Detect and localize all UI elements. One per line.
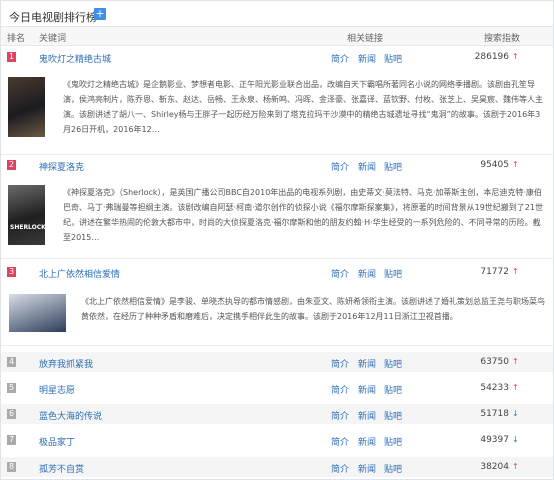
trend-up-icon: ↑ [512, 357, 519, 366]
search-index: 38204 [480, 462, 509, 472]
trend-down-icon: ↓ [512, 409, 519, 418]
keyword-link[interactable]: 明星志愿 [39, 383, 75, 396]
intro-link[interactable]: 简介 [331, 357, 349, 370]
rank-badge: 8 [7, 462, 16, 472]
poster-image[interactable] [8, 77, 45, 137]
rank-badge: 6 [7, 409, 16, 419]
keyword-link[interactable]: 孤芳不自赏 [39, 462, 84, 475]
description: 《神探夏洛克》（Sherlock），是英国广播公司BBC自2010年出品的电视系… [63, 188, 543, 242]
keyword-link[interactable]: 鬼吹灯之精绝古城 [39, 52, 111, 65]
trend-down-icon: ↓ [512, 435, 519, 444]
news-link[interactable]: 新闻 [358, 160, 376, 173]
row-detail: 《北上广依然相信爱情》是李骏、单晓杰执导的都市情感剧，由朱亚文、陈妍希领衔主演。… [1, 282, 553, 346]
tieba-link[interactable]: 贴吧 [384, 267, 402, 280]
column-header: 排名 关键词 相关链接 搜索指数 [1, 27, 553, 46]
search-index: 51718 [480, 409, 509, 419]
tieba-link[interactable]: 贴吧 [384, 383, 402, 396]
intro-link[interactable]: 简介 [331, 383, 349, 396]
intro-link[interactable]: 简介 [331, 462, 349, 475]
row-detail: SHERLOCK 《神探夏洛克》（Sherlock），是英国广播公司BBC自20… [1, 175, 553, 259]
intro-link[interactable]: 简介 [331, 435, 349, 448]
tv-ranking-panel: 今日电视剧排行榜 + 排名 关键词 相关链接 搜索指数 1 鬼吹灯之精绝古城 简… [0, 0, 554, 480]
keyword-link[interactable]: 放弃我抓紧我 [39, 357, 93, 370]
news-link[interactable]: 新闻 [358, 267, 376, 280]
panel-header: 今日电视剧排行榜 + [1, 1, 553, 27]
table-row: 2 神探夏洛克 简介 新闻 贴吧 95405 ↑ [1, 155, 553, 175]
col-index: 搜索指数 [484, 34, 521, 44]
search-index: 95405 [480, 160, 509, 170]
panel-title: 今日电视剧排行榜 [9, 11, 97, 24]
col-links: 相关链接 [347, 34, 384, 44]
rank-badge: 1 [7, 52, 16, 62]
news-link[interactable]: 新闻 [358, 462, 376, 475]
search-index: 71772 [480, 267, 509, 277]
news-link[interactable]: 新闻 [358, 409, 376, 422]
rank-badge: 7 [7, 435, 16, 445]
intro-link[interactable]: 简介 [331, 267, 349, 280]
tieba-link[interactable]: 贴吧 [384, 160, 402, 173]
table-row: 4 放弃我抓紧我 简介 新闻 贴吧 63750 ↑ [1, 352, 553, 372]
news-link[interactable]: 新闻 [358, 383, 376, 396]
table-row: 8 孤芳不自赏 简介 新闻 贴吧 38204 ↑ [1, 457, 553, 477]
trend-up-icon: ↑ [512, 267, 519, 276]
row-detail: 《鬼吹灯之精绝古城》是企鹅影业、梦想者电影、正午阳光影业联合出品，改编自天下霸唱… [1, 67, 553, 155]
search-index: 286196 [474, 52, 509, 62]
table-row: 1 鬼吹灯之精绝古城 简介 新闻 贴吧 286196 ↑ [1, 47, 553, 67]
intro-link[interactable]: 简介 [331, 409, 349, 422]
table-row: 5 明星志愿 简介 新闻 贴吧 54233 ↑ [1, 378, 553, 398]
trend-up-icon: ↑ [512, 52, 519, 61]
poster-image[interactable] [9, 294, 66, 332]
rank-badge: 4 [7, 357, 16, 367]
tieba-link[interactable]: 贴吧 [384, 357, 402, 370]
table-row: 3 北上广依然相信爱情 简介 新闻 贴吧 71772 ↑ [1, 262, 553, 282]
table-row: 7 极品家丁 简介 新闻 贴吧 49397 ↓ [1, 430, 553, 450]
rank-badge: 3 [7, 267, 16, 277]
poster-image[interactable]: SHERLOCK [8, 185, 46, 245]
description: 《北上广依然相信爱情》是李骏、单晓杰执导的都市情感剧，由朱亚文、陈妍希领衔主演。… [81, 297, 545, 321]
keyword-link[interactable]: 蓝色大海的传说 [39, 409, 102, 422]
tieba-link[interactable]: 贴吧 [384, 409, 402, 422]
tieba-link[interactable]: 贴吧 [384, 462, 402, 475]
tieba-link[interactable]: 贴吧 [384, 52, 402, 65]
col-keyword: 关键词 [39, 34, 67, 44]
trend-up-icon: ↑ [512, 462, 519, 471]
description: 《鬼吹灯之精绝古城》是企鹅影业、梦想者电影、正午阳光影业联合出品，改编自天下霸唱… [63, 80, 543, 134]
table-row: 6 蓝色大海的传说 简介 新闻 贴吧 51718 ↓ [1, 404, 553, 424]
news-link[interactable]: 新闻 [358, 52, 376, 65]
intro-link[interactable]: 简介 [331, 52, 349, 65]
rank-badge: 2 [7, 160, 16, 170]
keyword-link[interactable]: 北上广依然相信爱情 [39, 267, 120, 280]
poster-title: SHERLOCK [10, 224, 46, 231]
intro-link[interactable]: 简介 [331, 160, 349, 173]
tieba-link[interactable]: 贴吧 [384, 435, 402, 448]
trend-up-icon: ↑ [512, 160, 519, 169]
news-link[interactable]: 新闻 [358, 435, 376, 448]
trend-up-icon: ↑ [512, 383, 519, 392]
news-link[interactable]: 新闻 [358, 357, 376, 370]
search-index: 54233 [480, 383, 509, 393]
keyword-link[interactable]: 神探夏洛克 [39, 160, 84, 173]
rank-badge: 5 [7, 383, 16, 393]
search-index: 63750 [480, 357, 509, 367]
col-rank: 排名 [7, 34, 26, 44]
plus-icon[interactable]: + [94, 8, 106, 20]
search-index: 49397 [480, 435, 509, 445]
keyword-link[interactable]: 极品家丁 [39, 435, 75, 448]
